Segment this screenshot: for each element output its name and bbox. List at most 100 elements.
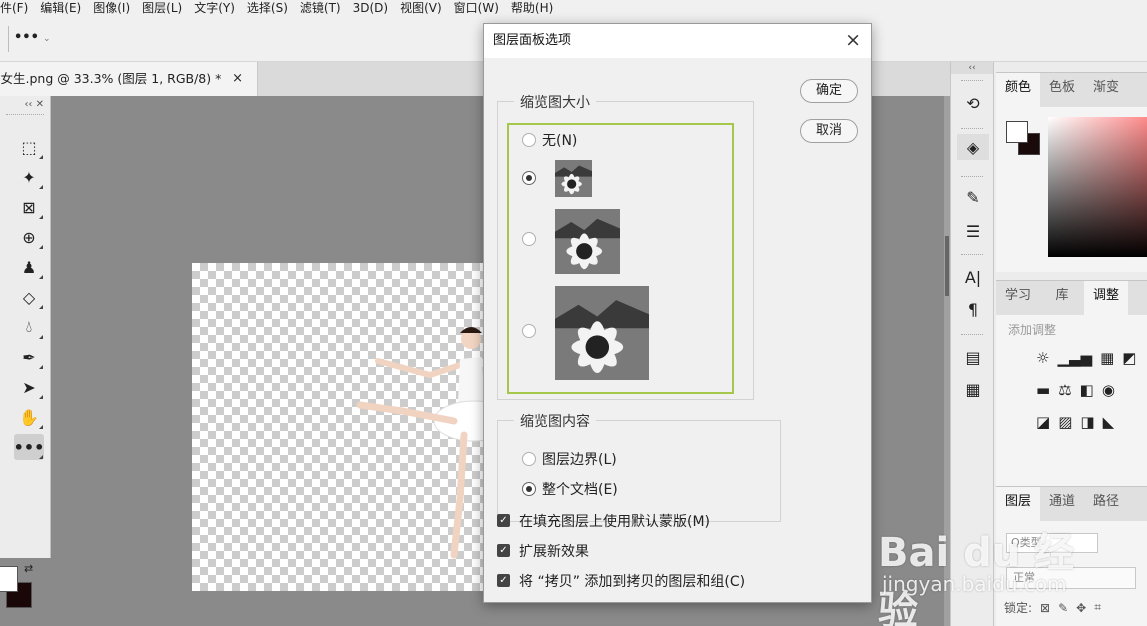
character-panel-icon[interactable]: A|: [957, 264, 989, 290]
menu-type[interactable]: 文字(Y): [190, 0, 247, 16]
vibrance-icon[interactable]: ▬: [1036, 381, 1050, 399]
clone-stamp-icon[interactable]: ♟: [14, 254, 44, 280]
adjust-row-2: ▬ ⚖ ◧ ◉: [1036, 381, 1115, 399]
menu-image[interactable]: 图像(I): [89, 0, 142, 16]
curves-icon[interactable]: ▦: [1100, 349, 1114, 367]
default-mask-label[interactable]: 在填充图层上使用默认蒙版(M): [519, 511, 710, 531]
posterize-icon[interactable]: ▨: [1058, 413, 1072, 431]
tab-gradients[interactable]: 渐变: [1084, 73, 1128, 107]
pen-tool-icon[interactable]: ✒: [14, 344, 44, 370]
thumbnail-size-group: 缩览图大小 无(N): [497, 92, 754, 400]
scrollbar-thumb[interactable]: [945, 236, 949, 296]
tab-libraries[interactable]: 库: [1040, 281, 1084, 315]
properties-icon[interactable]: ☰: [957, 218, 989, 244]
patch-tool-icon[interactable]: ⊕: [14, 224, 44, 250]
add-copy-checkbox[interactable]: ✓: [497, 574, 510, 587]
color-balance-icon[interactable]: ⚖: [1058, 381, 1071, 399]
menu-edit[interactable]: 编辑(E): [36, 0, 93, 16]
thumbnail-content-group: 缩览图内容 图层边界(L) 整个文档(E): [497, 411, 781, 522]
swap-colors-icon[interactable]: ⇄: [24, 562, 33, 575]
menu-layer[interactable]: 图层(L): [138, 0, 194, 16]
paragraph-panel-icon[interactable]: ¶: [957, 296, 989, 322]
close-icon[interactable]: ×: [845, 29, 861, 51]
thumb-none-radio[interactable]: [522, 133, 536, 147]
menu-view[interactable]: 视图(V): [396, 0, 454, 16]
ballerina-image: [356, 327, 492, 559]
thumb-large-radio[interactable]: [522, 324, 536, 338]
entire-document-radio[interactable]: [522, 482, 536, 496]
thumb-small-image[interactable]: [555, 160, 592, 197]
more-options-button[interactable]: ••• ⌄: [14, 30, 60, 50]
menu-help[interactable]: 帮助(H): [507, 0, 565, 16]
menu-file[interactable]: 件(F): [0, 0, 40, 16]
layer-bounds-radio[interactable]: [522, 452, 536, 466]
tab-channels[interactable]: 通道: [1040, 487, 1084, 521]
info-panel-icon[interactable]: ▦: [957, 376, 989, 402]
frame-tool-icon[interactable]: ⊠: [14, 194, 44, 220]
blur-drop-icon[interactable]: 💧︎: [14, 314, 44, 340]
cancel-button[interactable]: 取消: [800, 119, 858, 143]
default-mask-checkbox[interactable]: ✓: [497, 514, 510, 527]
tab-swatches[interactable]: 色板: [1040, 73, 1084, 107]
tab-paths[interactable]: 路径: [1084, 487, 1128, 521]
expand-effects-checkbox[interactable]: ✓: [497, 544, 510, 557]
threshold-icon[interactable]: ◨: [1080, 413, 1094, 431]
document-tab-title: 蹲女生.png @ 33.3% (图层 1, RGB/8) *: [0, 71, 222, 86]
lock-artboard-icon[interactable]: ⌗: [1094, 600, 1101, 615]
sunflower-icon: [555, 209, 620, 274]
thumb-none-label[interactable]: 无(N): [542, 130, 577, 150]
photo-filter-icon[interactable]: ◉: [1102, 381, 1115, 399]
gradient-map-icon[interactable]: ◣: [1103, 413, 1115, 431]
levels-icon[interactable]: ▁▃▅: [1057, 349, 1092, 367]
more-tools-icon[interactable]: •••: [14, 434, 44, 460]
toolbox-grip[interactable]: [6, 114, 44, 120]
color-panel: 颜色 色板 渐变: [996, 72, 1147, 272]
expand-effects-label[interactable]: 扩展新效果: [519, 541, 589, 561]
brightness-icon[interactable]: ☼: [1036, 349, 1049, 367]
layer-bounds-label[interactable]: 图层边界(L): [542, 449, 617, 469]
thumbnail-size-legend: 缩览图大小: [514, 92, 596, 112]
strip-grip: [961, 80, 983, 82]
watermark-url: jingyan.baidu.com: [882, 572, 1067, 596]
exposure-icon[interactable]: ◩: [1122, 349, 1136, 367]
menu-3d[interactable]: 3D(D): [349, 0, 400, 16]
tab-layers[interactable]: 图层: [996, 487, 1040, 521]
magic-wand-icon[interactable]: ✦: [14, 164, 44, 190]
panel-foreground-swatch[interactable]: [1006, 121, 1028, 143]
history-panel-icon[interactable]: ⟲: [957, 90, 989, 116]
tab-color[interactable]: 颜色: [996, 73, 1040, 107]
black-white-icon[interactable]: ◧: [1080, 381, 1094, 399]
add-copy-label[interactable]: 将 “拷贝” 添加到拷贝的图层和组(C): [519, 571, 745, 591]
document-tab[interactable]: 蹲女生.png @ 33.3% (图层 1, RGB/8) * ×: [0, 62, 258, 96]
menu-select[interactable]: 选择(S): [243, 0, 300, 16]
thumb-small-radio[interactable]: [522, 171, 536, 185]
toolbox: ‹‹ ✕ ⬚ ✦ ⊠ ⊕ ♟ ◇ 💧︎ ✒ ➤ ✋ ••• ⇄: [0, 96, 51, 608]
tab-adjustments[interactable]: 调整: [1084, 281, 1128, 315]
foreground-color-swatch[interactable]: [0, 566, 18, 592]
close-tab-icon[interactable]: ×: [232, 62, 243, 96]
menu-window[interactable]: 窗口(W): [450, 0, 511, 16]
marquee-tool-icon[interactable]: ⬚: [14, 134, 44, 160]
thumb-medium-radio[interactable]: [522, 232, 536, 246]
color-spectrum[interactable]: [1048, 117, 1147, 257]
invert-icon[interactable]: ◪: [1036, 413, 1050, 431]
sunflower-icon: [555, 160, 592, 197]
thumb-medium-image[interactable]: [555, 209, 620, 274]
notes-panel-icon[interactable]: ▤: [957, 344, 989, 370]
path-select-icon[interactable]: ➤: [14, 374, 44, 400]
collapse-panels-icon[interactable]: ‹‹: [951, 62, 993, 74]
chevron-down-icon: ⌄: [42, 34, 51, 44]
color-panel-tabs: 颜色 色板 渐变: [996, 73, 1147, 107]
adjust-row-1: ☼ ▁▃▅ ▦ ◩: [1036, 349, 1136, 367]
thumb-large-image[interactable]: [555, 286, 649, 380]
brush-settings-icon[interactable]: ✎: [957, 184, 989, 210]
entire-document-label[interactable]: 整个文档(E): [542, 479, 618, 499]
toolbox-header[interactable]: ‹‹ ✕: [0, 96, 50, 114]
menu-filter[interactable]: 滤镜(T): [296, 0, 353, 16]
tab-learn[interactable]: 学习: [996, 281, 1040, 315]
hand-tool-icon[interactable]: ✋: [14, 404, 44, 430]
document-canvas[interactable]: [192, 263, 492, 591]
3d-panel-icon[interactable]: ◈: [957, 134, 989, 160]
ok-button[interactable]: 确定: [800, 79, 858, 103]
eraser-icon[interactable]: ◇: [14, 284, 44, 310]
